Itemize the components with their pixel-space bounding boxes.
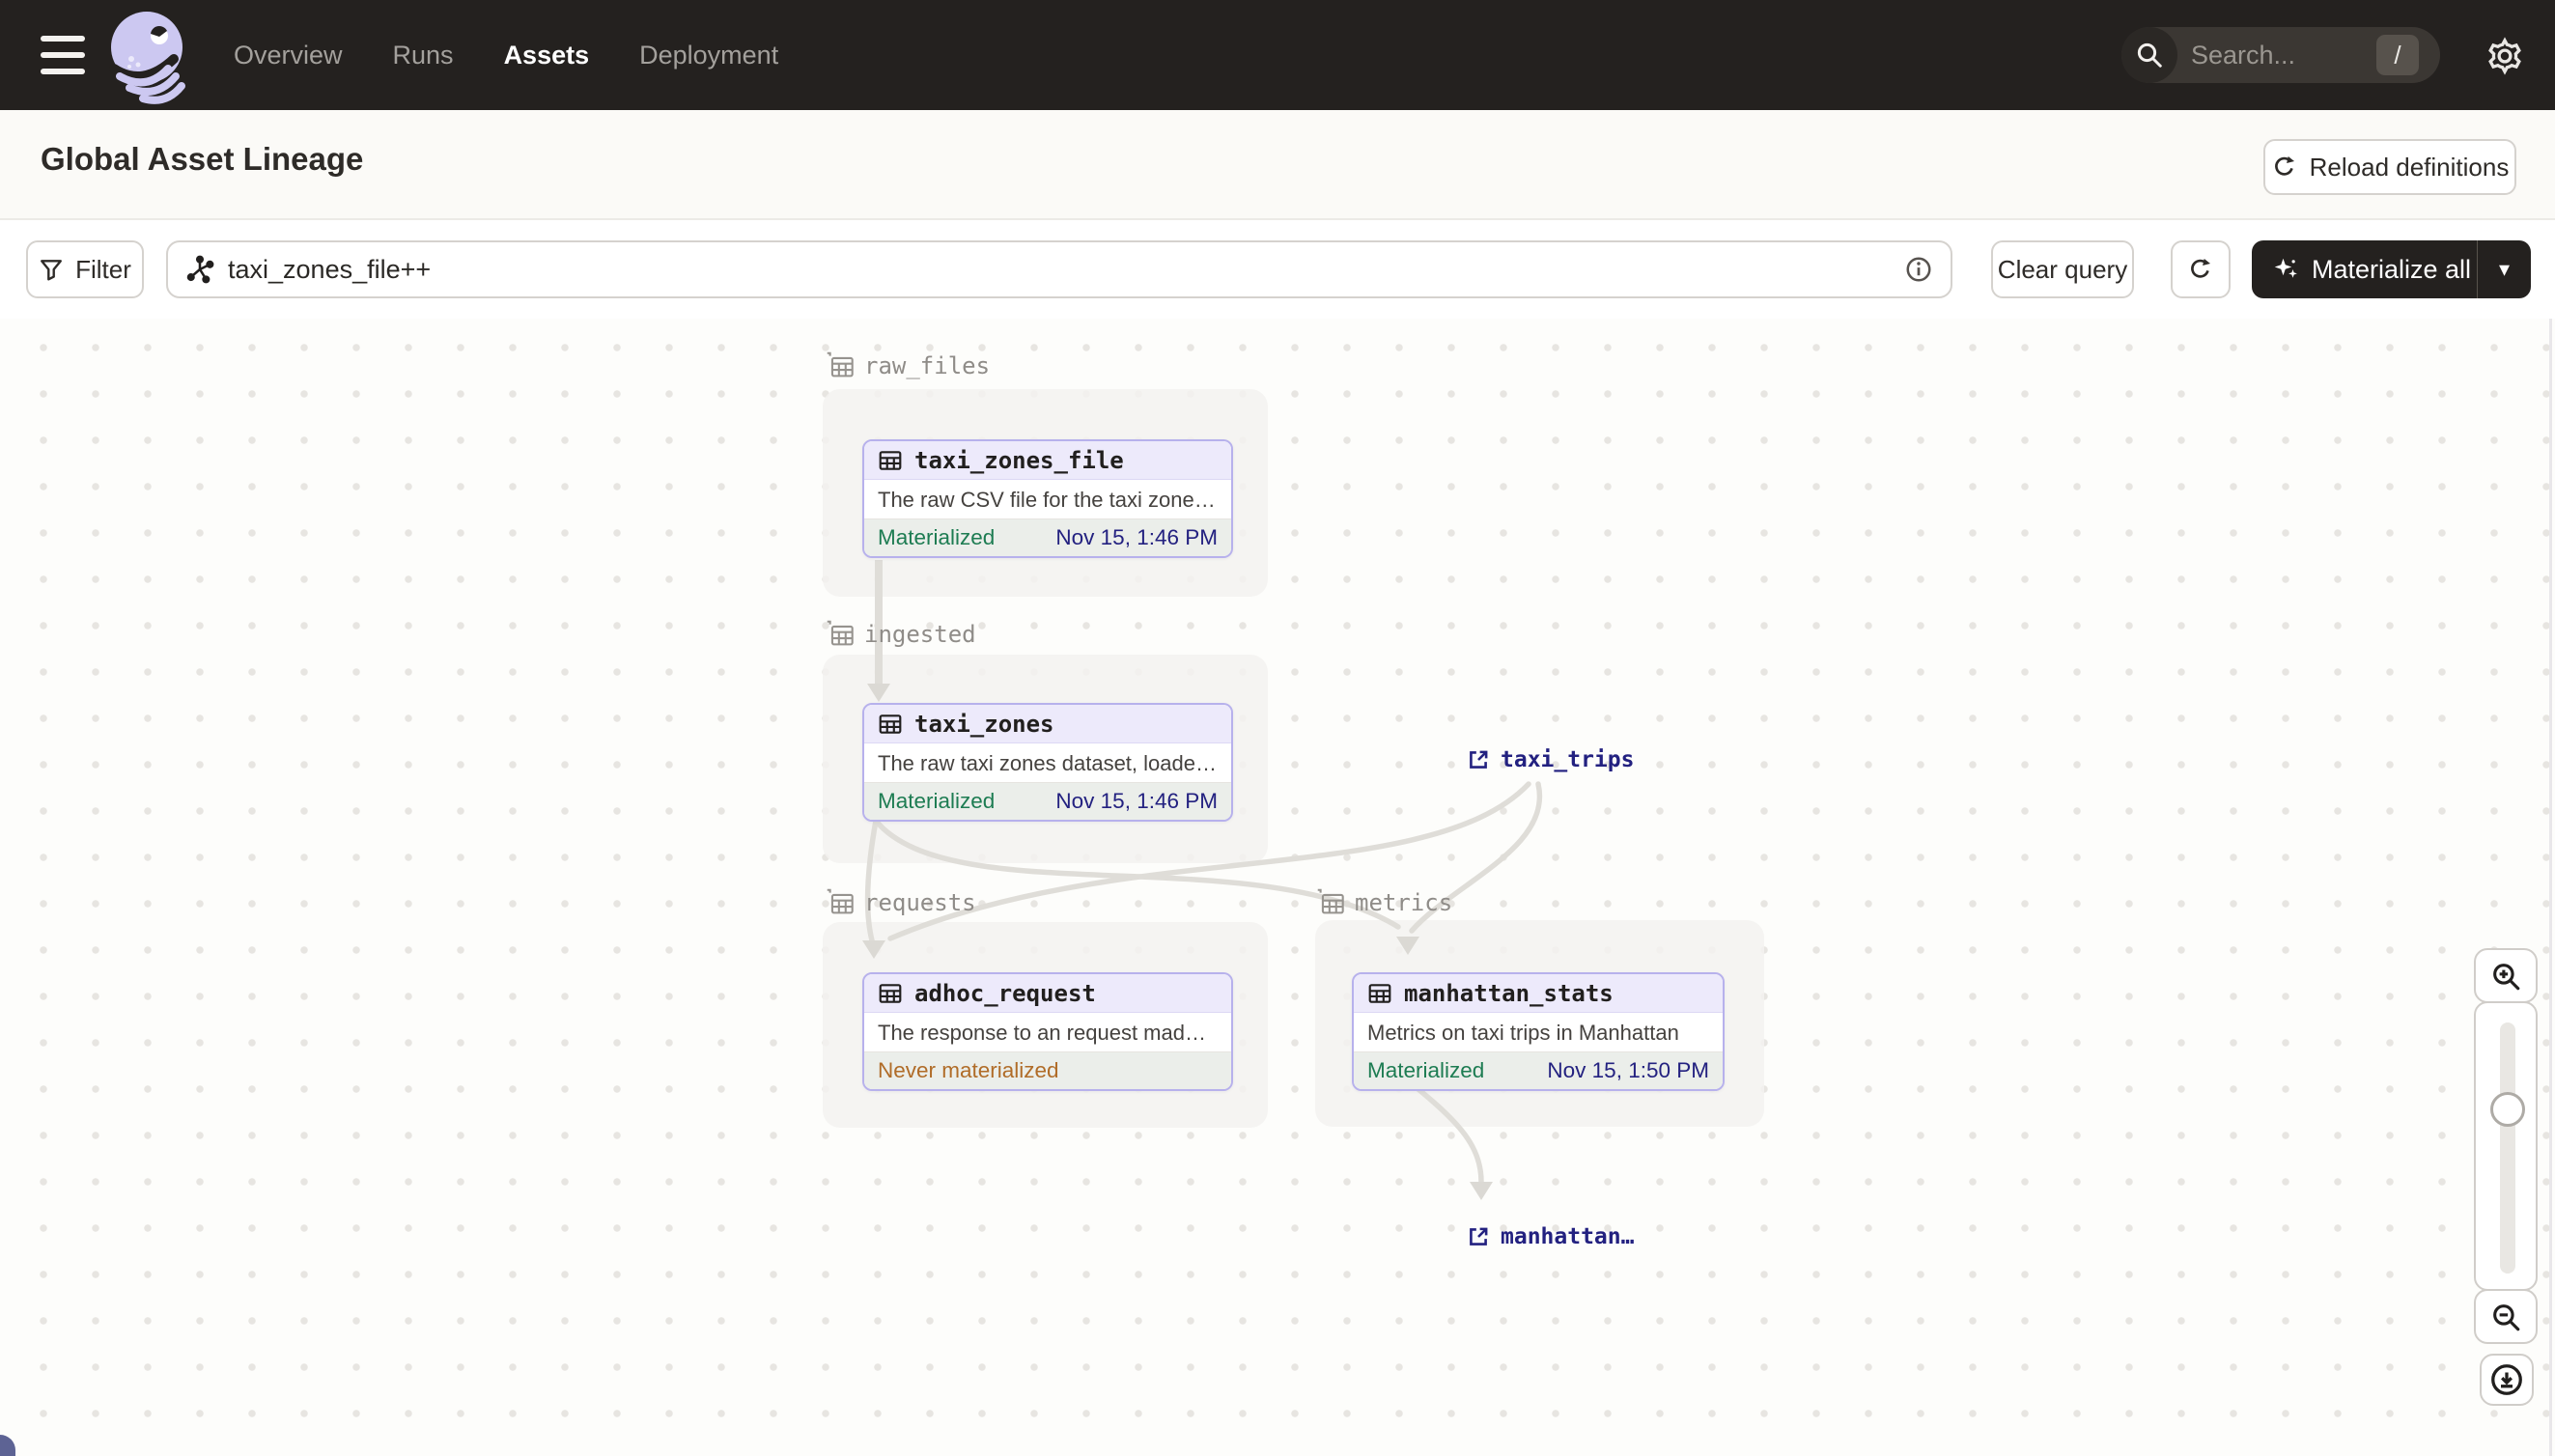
materialize-all-button[interactable]: Materialize all ▾ [2252, 240, 2531, 298]
materialize-dropdown-caret[interactable]: ▾ [2477, 240, 2531, 298]
group-label-ingested[interactable]: ingested [826, 620, 976, 649]
refresh-icon [2187, 256, 2214, 283]
asset-query-input[interactable] [228, 254, 1891, 285]
stacked-tables-icon [827, 888, 854, 914]
stacked-tables-icon [1317, 888, 1344, 914]
asset-description: Metrics on taxi trips in Manhattan [1354, 1013, 1723, 1052]
nav-item-assets[interactable]: Assets [504, 41, 590, 70]
info-icon[interactable] [1904, 255, 1933, 284]
page-header: Global Asset Lineage Reload definitions [0, 110, 2555, 220]
group-label-metrics[interactable]: metrics [1316, 888, 1452, 917]
materialization-timestamp[interactable]: Nov 15, 1:50 PM [1547, 1058, 1709, 1083]
asset-description: The raw taxi zones dataset, loaded int..… [864, 743, 1231, 783]
top-navbar: Overview Runs Assets Deployment / [0, 0, 2555, 110]
canvas-right-edge [2549, 319, 2552, 1456]
table-icon [879, 714, 902, 734]
asset-node-taxi-zones-file[interactable]: taxi_zones_file The raw CSV file for the… [862, 439, 1233, 558]
nav-item-runs[interactable]: Runs [393, 41, 454, 70]
zoom-slider-handle[interactable] [2490, 1092, 2525, 1127]
group-label-raw-files[interactable]: raw_files [826, 351, 990, 380]
global-search[interactable]: / [2121, 27, 2440, 83]
primary-nav: Overview Runs Assets Deployment [234, 41, 778, 70]
nav-item-deployment[interactable]: Deployment [639, 41, 778, 70]
zoom-controls [2474, 948, 2538, 1344]
search-input[interactable] [2191, 40, 2355, 70]
zoom-slider[interactable] [2474, 1001, 2538, 1291]
refresh-icon [2271, 154, 2298, 181]
asset-description: The raw CSV file for the taxi zones dat.… [864, 480, 1231, 519]
download-image-button[interactable] [2480, 1354, 2534, 1406]
status-badge: Materialized [878, 525, 996, 549]
lineage-edges [862, 560, 1543, 1200]
lineage-toolbar: Filter Clear query [0, 220, 2555, 319]
stacked-tables-icon [827, 620, 854, 646]
zoom-in-icon [2493, 963, 2520, 990]
nav-item-overview[interactable]: Overview [234, 41, 343, 70]
sparkle-icon [2271, 255, 2300, 284]
materialization-timestamp[interactable]: Nov 15, 1:46 PM [1055, 525, 1218, 550]
status-badge: Materialized [878, 789, 996, 813]
asset-node-taxi-zones[interactable]: taxi_zones The raw taxi zones dataset, l… [862, 703, 1233, 822]
asset-name: taxi_zones_file [914, 446, 1124, 474]
group-label-requests[interactable]: requests [826, 888, 976, 917]
zoom-out-icon [2493, 1303, 2520, 1330]
external-asset-taxi-trips[interactable]: taxi_trips [1466, 747, 1634, 772]
zoom-in-button[interactable] [2474, 948, 2538, 1003]
page-title: Global Asset Lineage [41, 141, 364, 177]
lineage-canvas[interactable]: raw_files ingested requests metrics taxi… [0, 319, 2555, 1456]
zoom-out-button[interactable] [2474, 1289, 2538, 1344]
asset-query-box[interactable] [166, 240, 1952, 298]
open-in-new-icon [1470, 750, 1488, 769]
search-icon [2121, 27, 2177, 83]
asset-node-manhattan-stats[interactable]: manhattan_stats Metrics on taxi trips in… [1352, 972, 1725, 1091]
asset-node-adhoc-request[interactable]: adhoc_request The response to an request… [862, 972, 1233, 1091]
open-in-new-icon [1470, 1227, 1488, 1246]
asset-name: adhoc_request [914, 979, 1096, 1007]
filter-button[interactable]: Filter [26, 240, 144, 298]
search-shortcut-badge: / [2376, 35, 2419, 75]
table-icon [1368, 983, 1391, 1003]
hamburger-menu-icon[interactable] [41, 36, 85, 74]
dagster-logo-icon[interactable] [102, 5, 199, 105]
status-badge: Never materialized [878, 1058, 1059, 1082]
stacked-tables-icon [827, 351, 854, 378]
table-icon [879, 983, 902, 1003]
external-asset-manhattan[interactable]: manhattan… [1466, 1224, 1634, 1249]
download-icon [2491, 1364, 2522, 1395]
asset-description: The response to an request made in th... [864, 1013, 1231, 1052]
status-badge: Materialized [1367, 1058, 1485, 1082]
refresh-graph-button[interactable] [2171, 240, 2231, 298]
clear-query-button[interactable]: Clear query [1991, 240, 2134, 298]
reload-definitions-button[interactable]: Reload definitions [2263, 139, 2516, 195]
zoom-slider-track[interactable] [2500, 1022, 2515, 1274]
gear-icon[interactable] [2484, 35, 2526, 77]
lineage-query-icon [185, 255, 214, 284]
asset-name: manhattan_stats [1404, 979, 1614, 1007]
asset-name: taxi_zones [914, 710, 1054, 738]
funnel-icon [39, 257, 64, 282]
table-icon [879, 450, 902, 470]
materialization-timestamp[interactable]: Nov 15, 1:46 PM [1055, 789, 1218, 814]
